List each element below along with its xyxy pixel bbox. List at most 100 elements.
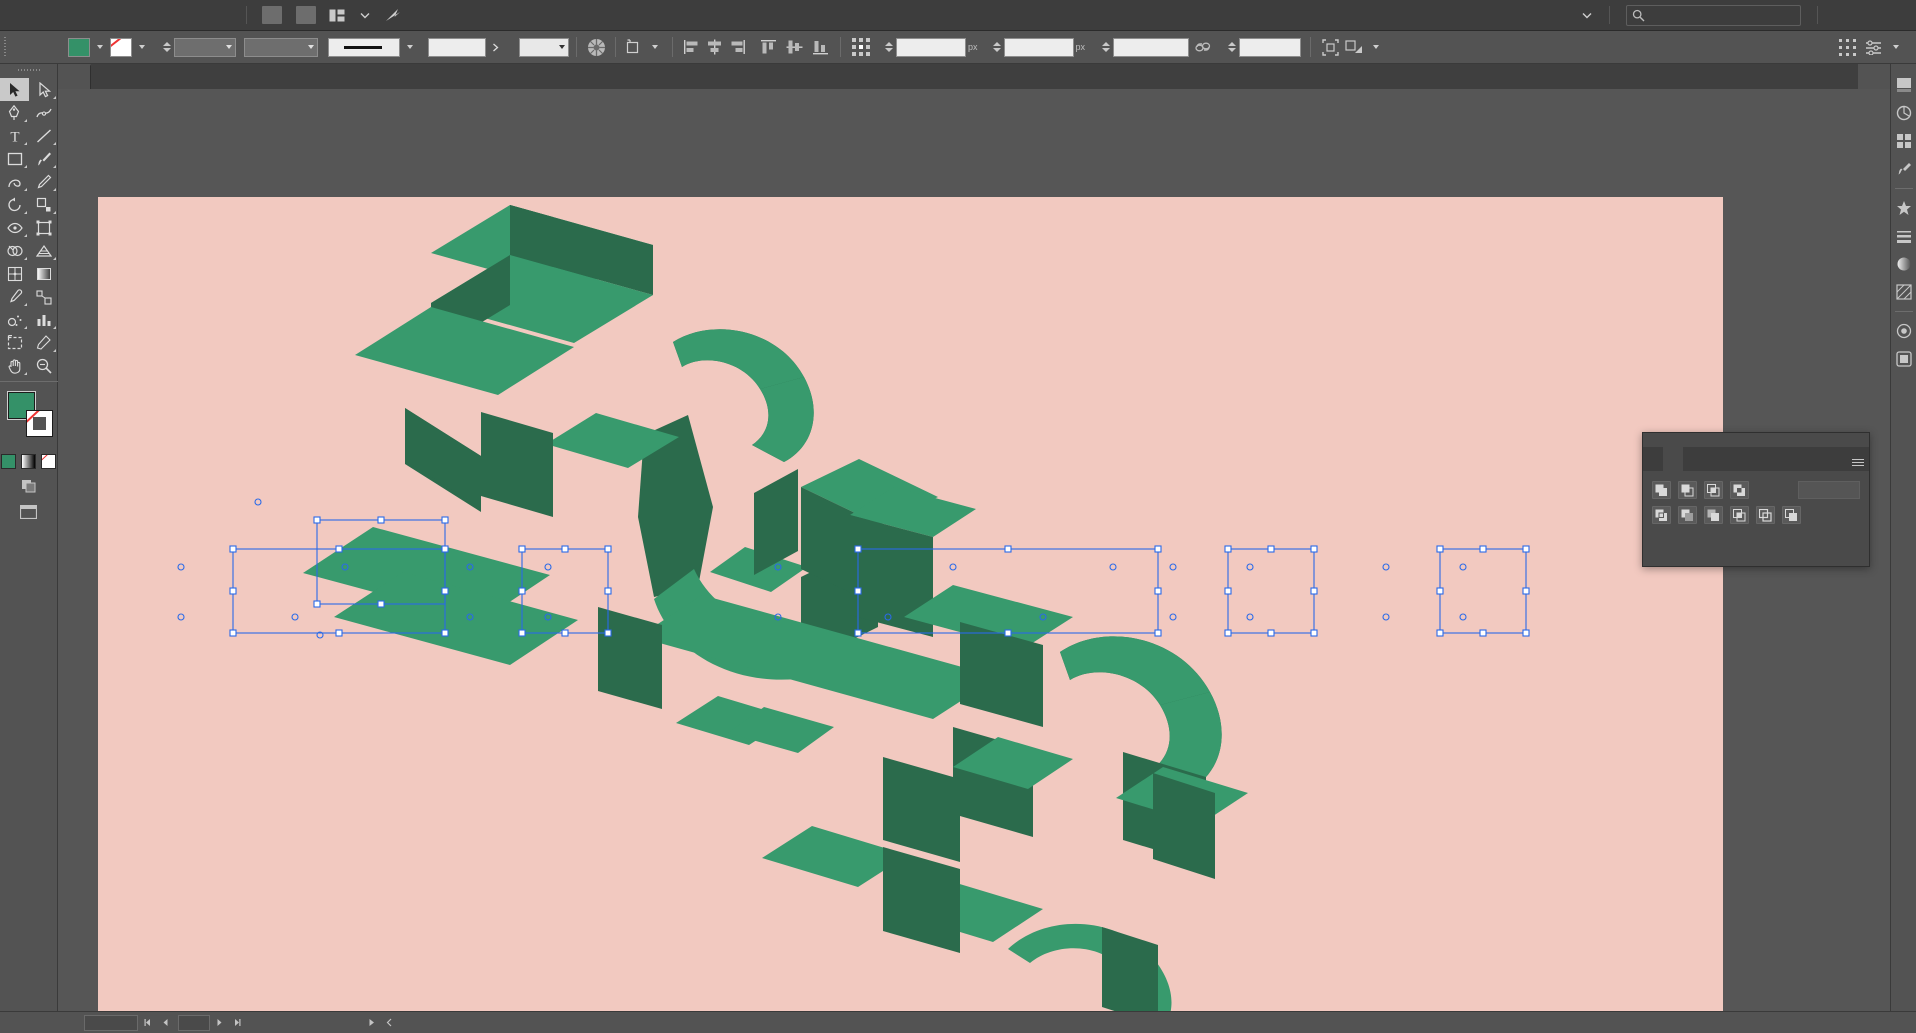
align-vertical-center-icon[interactable] (781, 36, 807, 58)
panel-menu-icon[interactable] (1847, 447, 1869, 471)
color-panel-icon[interactable] (1892, 72, 1916, 98)
menu-object[interactable] (84, 0, 106, 31)
gradient-swatch[interactable] (21, 454, 36, 469)
minus-front-icon[interactable] (1678, 481, 1697, 499)
unite-icon[interactable] (1652, 481, 1671, 499)
preferences-icon[interactable] (1860, 36, 1886, 58)
color-guide-icon[interactable] (1892, 100, 1916, 126)
control-bar-grip[interactable] (0, 31, 10, 64)
menu-view[interactable] (172, 0, 194, 31)
shape-builder-tool[interactable] (0, 239, 29, 262)
artboard[interactable] (98, 197, 1723, 1011)
mesh-tool[interactable] (0, 262, 29, 285)
fill-chevron-down-icon[interactable] (97, 45, 103, 49)
stroke-panel-icon[interactable] (1892, 223, 1916, 249)
type-tool[interactable]: T (0, 124, 29, 147)
opacity-expand-icon[interactable] (486, 38, 505, 57)
selection-tool[interactable] (0, 78, 29, 101)
rotate-tool[interactable] (0, 193, 29, 216)
symbol-sprayer-tool[interactable] (0, 308, 29, 331)
menu-effect[interactable] (150, 0, 172, 31)
behance-icon[interactable] (382, 5, 404, 25)
paintbrush-tool[interactable] (29, 147, 58, 170)
stroke-color-swatch[interactable] (110, 37, 132, 57)
canvas-area[interactable] (58, 89, 1890, 1011)
line-segment-tool[interactable] (29, 124, 58, 147)
transparency-panel-icon[interactable] (1892, 279, 1916, 305)
stock-icon[interactable] (296, 6, 316, 24)
y-input[interactable] (1003, 37, 1074, 57)
arrange-chevron-down-icon[interactable] (1373, 45, 1380, 49)
width-stepper[interactable] (1102, 42, 1111, 52)
shaper-tool[interactable] (0, 170, 29, 193)
eyedropper-tool[interactable] (0, 285, 29, 308)
hand-tool[interactable] (0, 354, 29, 377)
height-input[interactable] (1239, 37, 1302, 57)
align-horizontal-center-icon[interactable] (703, 36, 726, 58)
isolate-group-icon[interactable] (623, 38, 645, 57)
stroke-profile-chevron-down-icon[interactable] (407, 45, 413, 49)
stroke-weight-input[interactable] (174, 37, 236, 57)
artboard-number-input[interactable] (178, 1014, 210, 1031)
swatches-panel-icon[interactable] (1892, 128, 1916, 154)
align-left-icon[interactable] (680, 36, 703, 58)
trim-icon[interactable] (1678, 506, 1697, 524)
window-close-button[interactable] (1886, 0, 1916, 31)
tab-pathfinder[interactable] (1663, 447, 1683, 471)
slice-tool[interactable] (29, 331, 58, 354)
pen-tool[interactable] (0, 101, 29, 124)
zoom-tool[interactable] (29, 354, 58, 377)
scale-tool[interactable] (29, 193, 58, 216)
document-tab[interactable] (58, 64, 91, 89)
menu-select[interactable] (128, 0, 150, 31)
outline-icon[interactable] (1756, 506, 1775, 524)
graphic-styles-panel-icon[interactable] (1892, 346, 1916, 372)
graphic-style-dropdown[interactable] (519, 37, 569, 57)
more-options-icon[interactable] (1893, 45, 1899, 49)
blend-tool[interactable] (29, 285, 58, 308)
link-ratio-icon[interactable] (1189, 38, 1217, 57)
arrange-objects-icon[interactable] (1342, 36, 1366, 58)
free-transform-tool[interactable] (29, 216, 58, 239)
prev-page-icon[interactable] (156, 1018, 174, 1027)
opacity-input[interactable] (428, 37, 486, 57)
screen-mode-icon[interactable] (19, 503, 39, 521)
intersect-icon[interactable] (1704, 481, 1723, 499)
play-icon[interactable] (362, 1018, 380, 1027)
rectangle-tool[interactable] (0, 147, 29, 170)
stroke-chevron-down-icon[interactable] (139, 45, 145, 49)
divide-icon[interactable] (1652, 506, 1671, 524)
menu-file[interactable] (40, 0, 62, 31)
tab-character[interactable] (1683, 447, 1703, 471)
drawing-mode-icon[interactable] (19, 477, 39, 495)
window-minimize-button[interactable] (1826, 0, 1856, 31)
appearance-panel-icon[interactable] (1892, 318, 1916, 344)
transform-each-icon[interactable] (1318, 36, 1342, 58)
gradient-tool[interactable] (29, 262, 58, 285)
bridge-icon[interactable] (262, 6, 282, 24)
menu-help[interactable] (216, 0, 238, 31)
transform-reference-icon[interactable] (848, 36, 874, 58)
status-options-icon[interactable] (380, 1018, 398, 1027)
curvature-tool[interactable] (29, 101, 58, 124)
none-swatch[interactable] (41, 454, 56, 469)
stroke-variable-width-dropdown[interactable] (244, 37, 318, 57)
symbols-panel-icon[interactable] (1892, 195, 1916, 221)
tools-panel-grip[interactable] (0, 64, 57, 76)
align-right-icon[interactable] (726, 36, 749, 58)
document-setup-icon[interactable] (1834, 36, 1860, 58)
width-input[interactable] (1113, 37, 1190, 57)
height-stepper[interactable] (1228, 42, 1237, 52)
pathfinder-panel[interactable] (1642, 432, 1870, 567)
x-input[interactable] (896, 37, 966, 57)
menu-window[interactable] (194, 0, 216, 31)
tab-layers[interactable] (1643, 447, 1663, 471)
column-graph-tool[interactable] (29, 308, 58, 331)
recolor-artwork-icon[interactable] (584, 35, 608, 59)
next-page-icon[interactable] (210, 1018, 228, 1027)
fill-color-swatch[interactable] (68, 37, 90, 57)
workspace-chevron-down-icon[interactable] (1576, 5, 1598, 25)
minus-back-icon[interactable] (1782, 506, 1801, 524)
artboard-tool[interactable] (0, 331, 29, 354)
menu-type[interactable] (106, 0, 128, 31)
